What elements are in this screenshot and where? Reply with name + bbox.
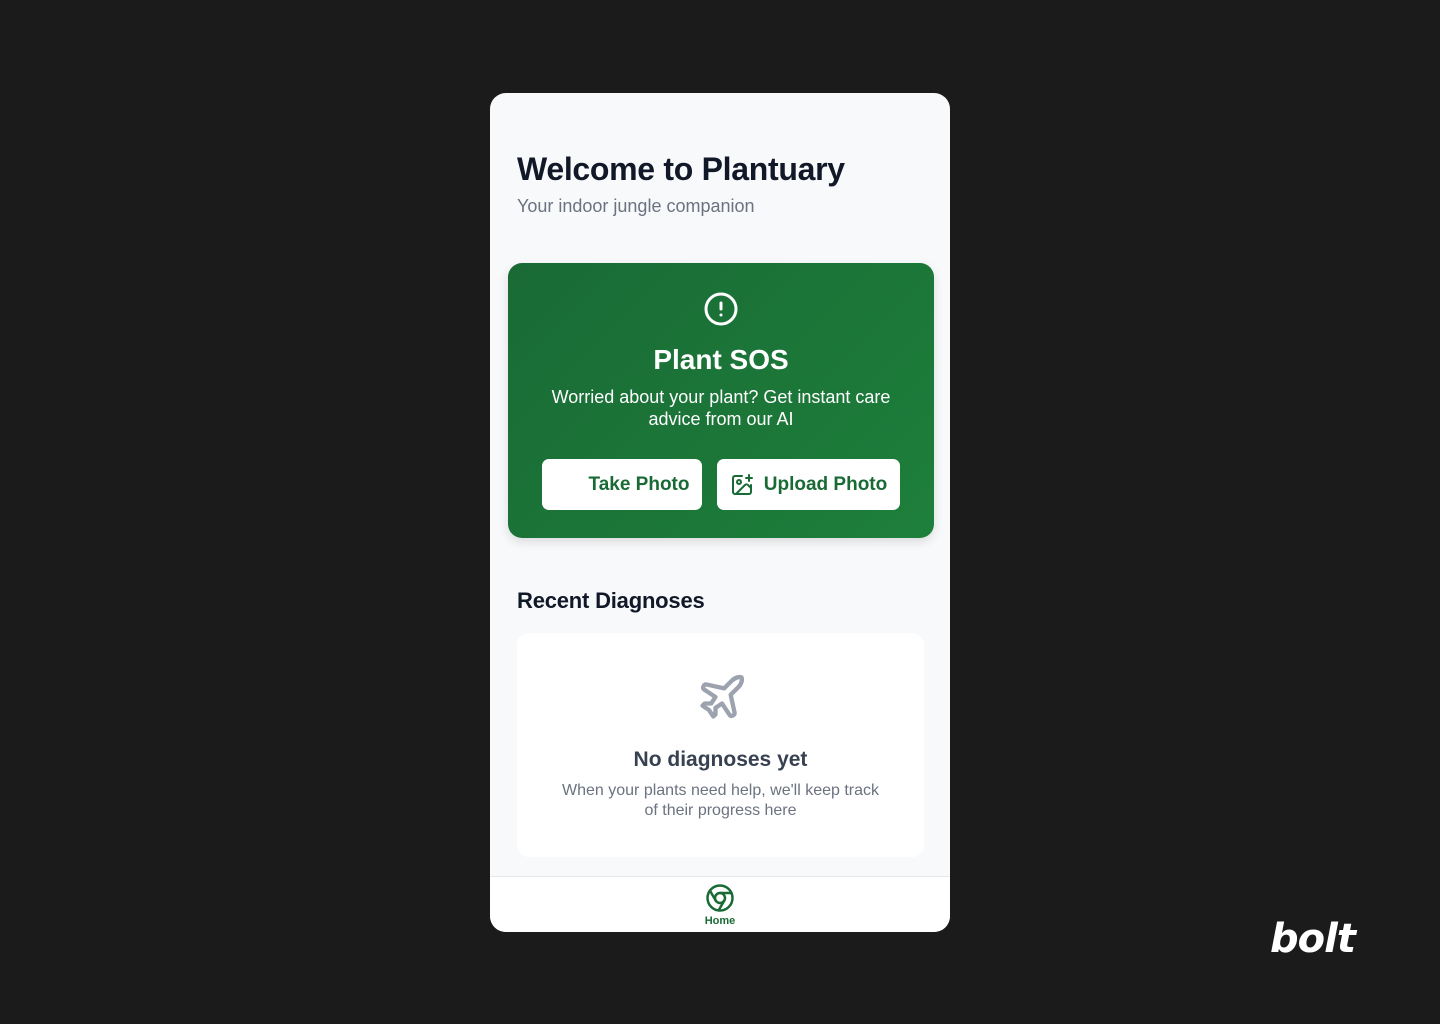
- take-photo-label: Take Photo: [588, 473, 690, 495]
- empty-state-description: When your plants need help, we'll keep t…: [562, 782, 880, 819]
- stage: Welcome to Plantuary Your indoor jungle …: [0, 0, 1440, 1024]
- recent-diagnoses-title: Recent Diagnoses: [517, 588, 705, 613]
- upload-photo-button[interactable]: Upload Photo: [717, 459, 900, 510]
- tab-home[interactable]: Home: [690, 883, 750, 929]
- plant-sos-card: Plant SOS Worried about your plant? Get …: [508, 263, 934, 538]
- tab-home-label: Home: [704, 915, 736, 927]
- plane-icon: [700, 674, 745, 719]
- sos-title: Plant SOS: [653, 344, 789, 375]
- app-screen: Welcome to Plantuary Your indoor jungle …: [490, 93, 950, 932]
- page-title: Welcome to Plantuary: [517, 151, 845, 187]
- take-photo-button[interactable]: Take Photo: [542, 459, 702, 510]
- sos-description: Worried about your plant? Get instant ca…: [551, 387, 891, 429]
- alert-circle-icon: [704, 292, 738, 326]
- empty-diagnoses-card: No diagnoses yet When your plants need h…: [517, 633, 924, 857]
- upload-photo-label: Upload Photo: [763, 473, 888, 495]
- empty-state-title: No diagnoses yet: [633, 748, 808, 771]
- bottom-tab-bar: Home: [490, 876, 950, 932]
- chrome-icon: [706, 884, 734, 912]
- bolt-logo: bolt: [1270, 916, 1356, 962]
- image-plus-icon: [731, 473, 753, 495]
- page-subtitle: Your indoor jungle companion: [517, 196, 755, 216]
- page-header: Welcome to Plantuary Your indoor jungle …: [517, 149, 845, 217]
